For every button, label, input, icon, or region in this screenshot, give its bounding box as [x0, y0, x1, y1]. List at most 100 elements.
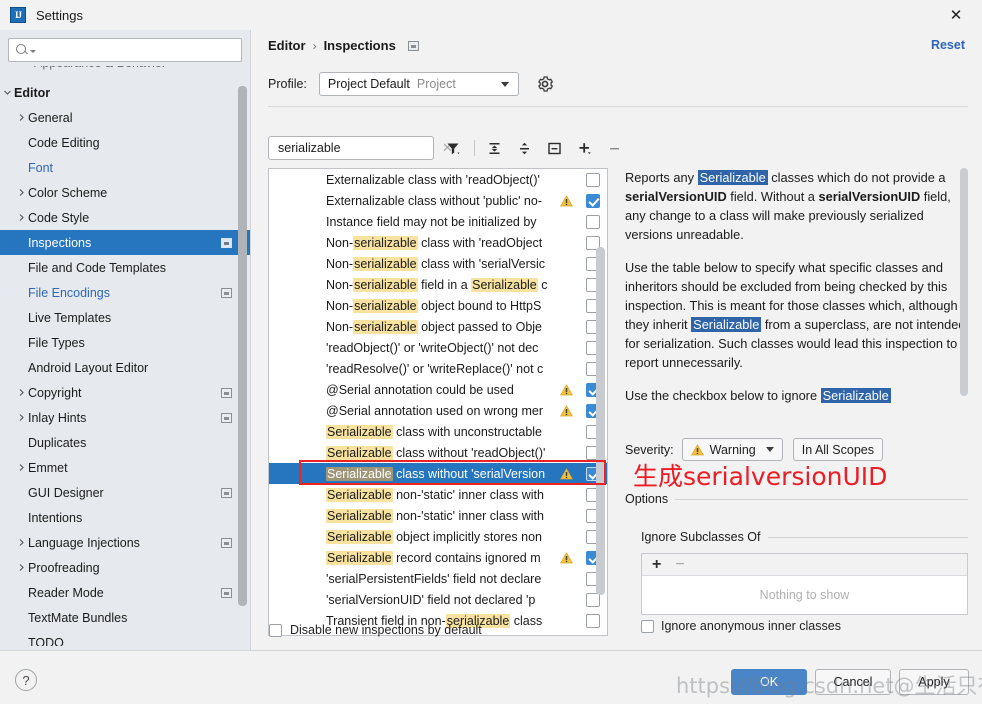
inspection-row[interactable]: Non-serializable class with 'readObject	[269, 232, 607, 253]
sidebar-item-label: General	[28, 110, 73, 125]
inspection-enabled-checkbox[interactable]	[586, 214, 600, 229]
sidebar-search-wrap	[0, 30, 250, 62]
inspection-row[interactable]: Non-serializable object passed to Obje	[269, 316, 607, 337]
sidebar-item-live-templates[interactable]: Live Templates	[0, 305, 250, 330]
add-icon[interactable]	[573, 137, 595, 159]
inspection-row-label: @Serial annotation used on wrong mer	[326, 404, 543, 418]
footer-divider	[0, 650, 982, 651]
inspection-row[interactable]: Serializable class without 'serialVersio…	[269, 463, 607, 484]
gear-icon[interactable]	[536, 75, 554, 93]
sidebar-item-color-scheme[interactable]: Color Scheme	[0, 180, 250, 205]
sidebar-item-inlay-hints[interactable]: Inlay Hints	[0, 405, 250, 430]
inspection-row[interactable]: 'serialVersionUID' field not declared 'p	[269, 589, 607, 610]
ignore-anonymous-checkbox[interactable]	[641, 619, 654, 633]
inspection-list[interactable]: Externalizable class with 'readObject()'…	[268, 168, 608, 636]
inspection-row-text: record contains ignored m	[392, 550, 541, 565]
settings-mark-icon	[221, 387, 232, 398]
inspection-list-scrollbar[interactable]	[596, 247, 605, 595]
sidebar-item-label: Inspections	[28, 235, 92, 250]
sidebar-item-proofreading[interactable]: Proofreading	[0, 555, 250, 580]
disable-new-inspections-checkbox[interactable]	[269, 623, 282, 637]
sidebar-item-editor[interactable]: Editor	[0, 80, 250, 105]
inspection-row[interactable]: Externalizable class with 'readObject()'	[269, 169, 607, 190]
add-icon[interactable]: +	[652, 556, 661, 573]
ignore-anonymous-row[interactable]: Ignore anonymous inner classes	[641, 619, 841, 633]
sidebar-item-label: Reader Mode	[28, 585, 104, 600]
cancel-button[interactable]: Cancel	[815, 669, 891, 695]
inspection-row[interactable]: 'readObject()' or 'writeObject()' not de…	[269, 337, 607, 358]
sidebar-item-gui-designer[interactable]: GUI Designer	[0, 480, 250, 505]
sidebar-item-emmet[interactable]: Emmet	[0, 455, 250, 480]
sidebar-item-file-encodings[interactable]: File Encodings	[0, 280, 250, 305]
remove-icon[interactable]	[603, 137, 625, 159]
close-icon[interactable]: ✕	[944, 5, 968, 25]
sidebar-item-code-style[interactable]: Code Style	[0, 205, 250, 230]
inspection-row[interactable]: Serializable object implicitly stores no…	[269, 526, 607, 547]
sidebar-item-file-and-code-templates[interactable]: File and Code Templates	[0, 255, 250, 280]
tree-clipped-item[interactable]: Appearance & Behavior	[0, 66, 250, 80]
remove-icon: −	[675, 555, 685, 573]
sidebar-scrollbar[interactable]	[238, 86, 247, 606]
inspection-search-input[interactable]	[278, 141, 439, 155]
search-match-highlight: Serializable	[326, 529, 393, 544]
inspection-row-text: class	[510, 613, 543, 628]
inspection-row-label: @Serial annotation could be used	[326, 383, 514, 397]
inspection-row[interactable]: 'serialPersistentFields' field not decla…	[269, 568, 607, 589]
collapse-all-icon[interactable]	[513, 137, 535, 159]
selection-stripe	[269, 463, 279, 484]
sidebar-item-todo[interactable]: TODO	[0, 630, 250, 647]
settings-search-box[interactable]	[8, 38, 242, 62]
inspection-row[interactable]: Instance field may not be initialized by	[269, 211, 607, 232]
breadcrumb-parent[interactable]: Editor	[268, 38, 306, 53]
settings-search-input[interactable]	[40, 43, 235, 57]
inspection-row[interactable]: Non-serializable field in a Serializable…	[269, 274, 607, 295]
sidebar-item-label: GUI Designer	[28, 485, 104, 500]
group-by-icon[interactable]	[543, 137, 565, 159]
inspection-row[interactable]: Serializable class with unconstructable	[269, 421, 607, 442]
inspection-row[interactable]: Serializable non-'static' inner class wi…	[269, 505, 607, 526]
chevron-right-icon	[14, 188, 28, 197]
reset-button[interactable]: Reset	[931, 38, 965, 52]
sidebar-item-file-types[interactable]: File Types	[0, 330, 250, 355]
description-scrollbar[interactable]	[960, 168, 968, 396]
inspection-search-box[interactable]: ✕	[268, 136, 453, 160]
inspection-row[interactable]: Serializable record contains ignored m	[269, 547, 607, 568]
inspection-row[interactable]: @Serial annotation used on wrong mer	[269, 400, 607, 421]
sidebar-item-duplicates[interactable]: Duplicates	[0, 430, 250, 455]
profile-combobox[interactable]: Project Default Project	[318, 72, 519, 96]
inspection-row[interactable]: @Serial annotation could be used	[269, 379, 607, 400]
ok-button[interactable]: OK	[731, 669, 807, 695]
search-match-highlight: Serializable	[326, 487, 393, 502]
sidebar-item-general[interactable]: General	[0, 105, 250, 130]
inspection-row[interactable]: Non-serializable object bound to HttpS	[269, 295, 607, 316]
chevron-right-icon	[14, 113, 28, 122]
breadcrumb: Editor › Inspections	[268, 38, 419, 53]
sidebar-item-language-injections[interactable]: Language Injections	[0, 530, 250, 555]
filter-icon[interactable]	[442, 137, 464, 159]
inspection-row[interactable]: Externalizable class without 'public' no…	[269, 190, 607, 211]
sidebar-item-textmate-bundles[interactable]: TextMate Bundles	[0, 605, 250, 630]
inspection-row[interactable]: Serializable class without 'readObject()…	[269, 442, 607, 463]
sidebar-item-copyright[interactable]: Copyright	[0, 380, 250, 405]
settings-mark-icon	[407, 40, 419, 51]
sidebar-item-reader-mode[interactable]: Reader Mode	[0, 580, 250, 605]
inspection-enabled-checkbox[interactable]	[586, 613, 600, 628]
inspection-enabled-checkbox[interactable]	[586, 172, 600, 187]
sidebar-item-font[interactable]: Font	[0, 155, 250, 180]
options-separator-line	[625, 499, 968, 500]
description-highlight: Serializable	[691, 317, 762, 332]
inspection-row[interactable]: 'readResolve()' or 'writeReplace()' not …	[269, 358, 607, 379]
sidebar-item-inspections[interactable]: Inspections	[0, 230, 250, 255]
inspection-row-text: class without 'serialVersion	[392, 466, 546, 481]
sidebar-item-code-editing[interactable]: Code Editing	[0, 130, 250, 155]
sidebar-item-android-layout-editor[interactable]: Android Layout Editor	[0, 355, 250, 380]
inspection-row[interactable]: Serializable non-'static' inner class wi…	[269, 484, 607, 505]
apply-button[interactable]: Apply	[899, 669, 969, 695]
inspection-row[interactable]: Non-serializable class with 'serialVersi…	[269, 253, 607, 274]
help-button[interactable]: ?	[15, 669, 37, 691]
warning-triangle-icon	[559, 467, 574, 480]
inspection-enabled-checkbox[interactable]	[586, 193, 600, 208]
sidebar-item-intentions[interactable]: Intentions	[0, 505, 250, 530]
expand-all-icon[interactable]	[483, 137, 505, 159]
disable-new-inspections-row[interactable]: Disable new inspections by default	[269, 623, 482, 637]
